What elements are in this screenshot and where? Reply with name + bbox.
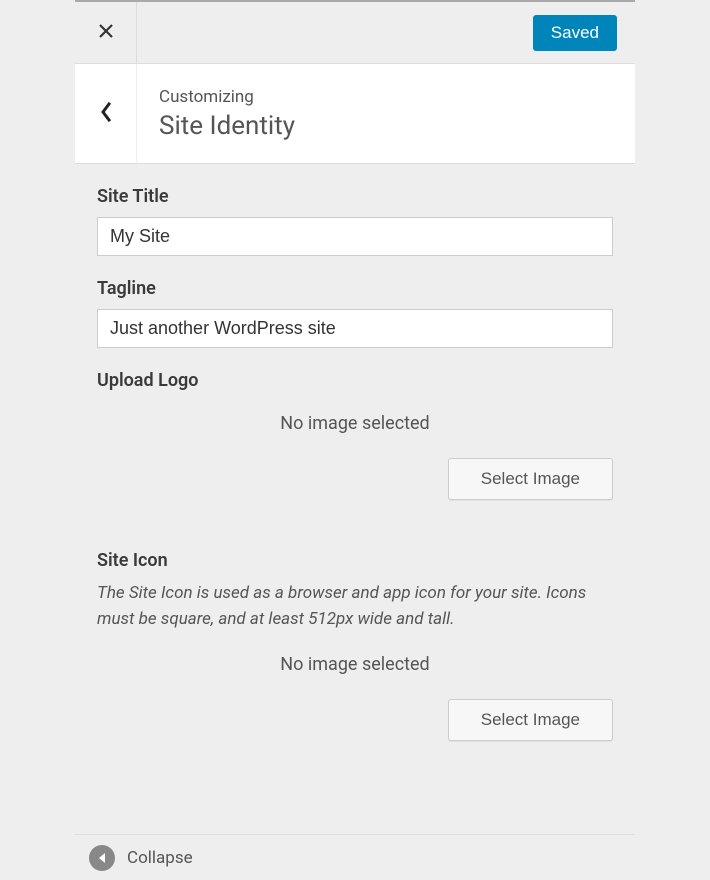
tagline-label: Tagline <box>97 278 613 299</box>
collapse-icon <box>89 845 115 871</box>
site-title-label: Site Title <box>97 186 613 207</box>
collapse-button[interactable]: Collapse <box>75 834 635 880</box>
upload-logo-label: Upload Logo <box>97 370 613 391</box>
close-button[interactable] <box>75 2 137 63</box>
select-site-icon-image-button[interactable]: Select Image <box>448 699 613 741</box>
chevron-left-icon <box>98 102 114 126</box>
site-icon-description: The Site Icon is used as a browser and a… <box>97 581 613 632</box>
site-icon-no-image-text: No image selected <box>97 654 613 675</box>
panel-title: Site Identity <box>159 111 635 141</box>
back-button[interactable] <box>75 64 137 163</box>
breadcrumb: Customizing <box>159 87 635 107</box>
logo-no-image-text: No image selected <box>97 413 613 434</box>
collapse-label: Collapse <box>127 848 193 868</box>
close-icon <box>97 22 115 44</box>
site-icon-label: Site Icon <box>97 550 613 571</box>
site-title-input[interactable] <box>97 217 613 256</box>
saved-button[interactable]: Saved <box>533 15 617 51</box>
tagline-input[interactable] <box>97 309 613 348</box>
select-logo-image-button[interactable]: Select Image <box>448 458 613 500</box>
